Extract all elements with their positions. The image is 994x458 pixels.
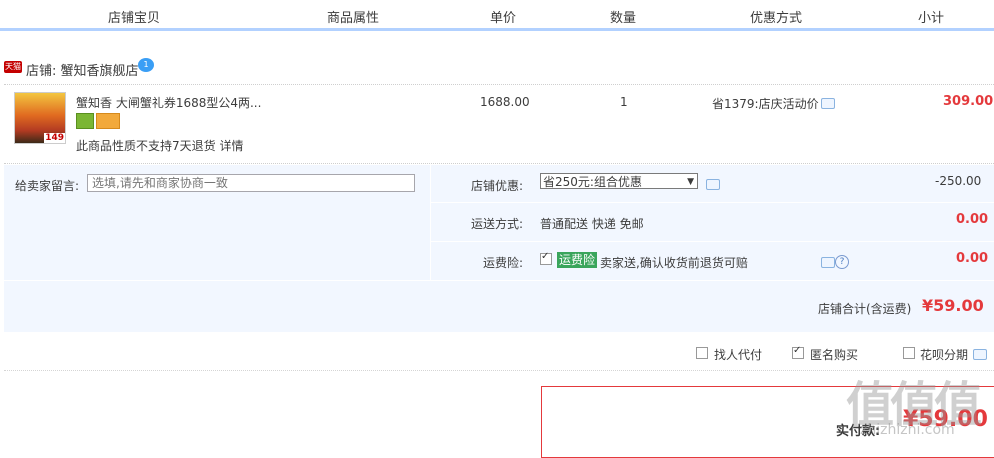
huabei-info-icon[interactable] bbox=[973, 349, 987, 360]
shipping-label: 运送方式: bbox=[470, 217, 523, 231]
help-icon[interactable]: ? bbox=[835, 255, 849, 269]
shop-discount-value: -250.00 bbox=[935, 174, 982, 188]
shipping-value: 0.00 bbox=[956, 212, 989, 227]
promo-text: 省1379:店庆活动价 bbox=[712, 97, 819, 111]
insurance-tag: 运费险 bbox=[557, 252, 598, 268]
shop-total-value: ¥59.00 bbox=[922, 296, 984, 315]
item-thumbnail[interactable]: 149 bbox=[14, 92, 66, 144]
insurance-comment-icon[interactable] bbox=[821, 257, 835, 268]
col-unit-price: 单价 bbox=[490, 11, 517, 26]
item-title-link[interactable]: 蟹知香 大闸蟹礼券1688型公4两... bbox=[76, 94, 261, 111]
col-quantity: 数量 bbox=[610, 11, 637, 26]
row-divider bbox=[431, 241, 994, 242]
row-divider bbox=[4, 280, 994, 281]
pay-for-me-label[interactable]: 找人代付 bbox=[714, 346, 762, 363]
item-subtotal: 309.00 bbox=[943, 94, 994, 109]
card-badge-icon bbox=[96, 113, 120, 129]
shop-discount-label: 店铺优惠: bbox=[470, 179, 523, 193]
shop-name-link[interactable]: 店铺: 蟹知香旗舰店 bbox=[26, 60, 139, 79]
col-shop-item: 店铺宝贝 bbox=[108, 11, 161, 26]
insurance-desc: 卖家送,确认收货前退货可赔 bbox=[600, 256, 748, 270]
shipping-method: 普通配送 快递 免邮 bbox=[540, 217, 644, 231]
pay-for-me-checkbox[interactable] bbox=[696, 347, 708, 359]
promo-comment-icon[interactable] bbox=[821, 98, 835, 109]
shop-discount-selected: 省250元:组合优惠 bbox=[543, 175, 642, 189]
col-subtotal: 小计 bbox=[918, 11, 945, 26]
insurance-label: 运费险: bbox=[482, 256, 523, 270]
insurance-value: 0.00 bbox=[956, 251, 989, 266]
unit-price: 1688.00 bbox=[480, 95, 530, 109]
anonymous-checkbox[interactable] bbox=[792, 345, 804, 359]
shop-total-label: 店铺合计(含运费) bbox=[818, 302, 912, 316]
discount-comment-icon[interactable] bbox=[706, 179, 720, 190]
service-badge-icon bbox=[76, 113, 94, 129]
insurance-checkbox[interactable] bbox=[540, 251, 552, 265]
row-divider bbox=[431, 202, 994, 203]
huabei-checkbox[interactable] bbox=[903, 347, 915, 359]
chevron-down-icon: ▼ bbox=[687, 177, 694, 187]
wangwang-chat-icon[interactable]: 1 bbox=[138, 58, 154, 72]
message-label: 给卖家留言: bbox=[15, 179, 80, 193]
col-attributes: 商品属性 bbox=[327, 11, 380, 26]
message-input[interactable] bbox=[87, 174, 415, 192]
thumb-price-tag: 149 bbox=[44, 133, 65, 143]
col-discount: 优惠方式 bbox=[750, 11, 803, 26]
quantity: 1 bbox=[620, 95, 628, 109]
watermark-url: zhizhizhi.com bbox=[860, 422, 955, 438]
column-header: 店铺宝贝 商品属性 单价 数量 优惠方式 小计 bbox=[0, 0, 994, 31]
anonymous-label[interactable]: 匿名购买 bbox=[810, 346, 858, 363]
huabei-label[interactable]: 花呗分期 bbox=[920, 346, 968, 363]
no-return-notice[interactable]: 此商品性质不支持7天退货 详情 bbox=[76, 137, 243, 154]
tmall-icon: 天猫 bbox=[4, 61, 22, 73]
shop-discount-select[interactable]: 省250元:组合优惠 ▼ bbox=[540, 173, 698, 189]
